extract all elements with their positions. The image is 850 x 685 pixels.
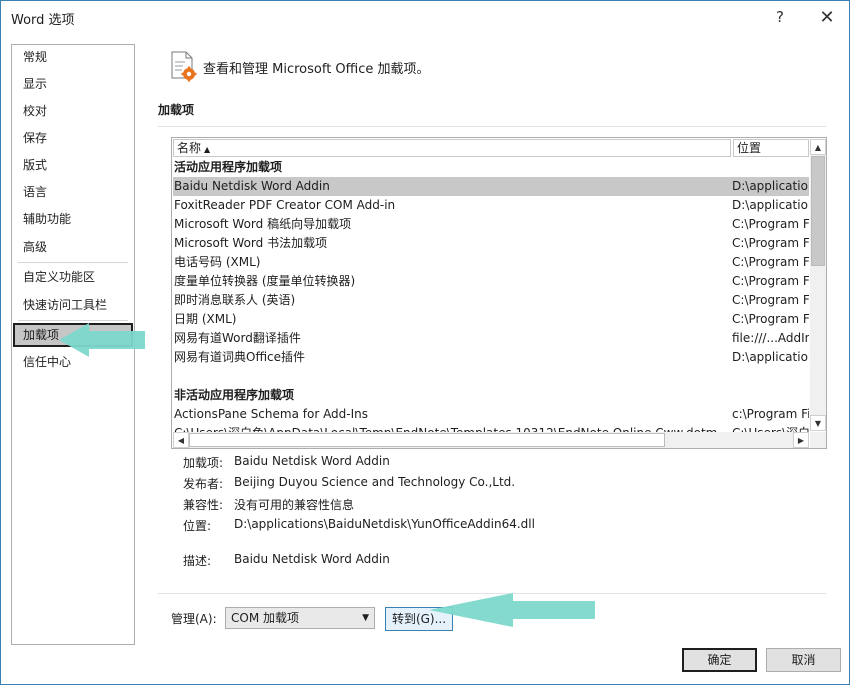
addins-table: 名称 ▲ 位置 活动应用程序加载项 Baidu Netdisk Word Addin… (171, 137, 827, 449)
sidebar-divider (18, 262, 128, 263)
sidebar-item-quick-access-toolbar[interactable]: 快速访问工具栏 (13, 293, 133, 317)
sidebar-item-general[interactable]: 常规 (13, 45, 133, 69)
cell-location: D:\applications (732, 350, 809, 364)
word-options-dialog: Word 选项 ? ✕ 常规 显示 校对 保存 版式 语言 辅助功能 高级 自定… (0, 0, 850, 685)
callout-arrow-icon (59, 323, 145, 357)
chevron-down-icon: ▼ (362, 613, 369, 623)
sidebar-item-layout[interactable]: 版式 (13, 153, 133, 177)
horizontal-scroll-thumb[interactable] (189, 433, 665, 447)
help-button[interactable]: ? (764, 5, 796, 29)
cell-name: Microsoft Word 稿纸向导加载项 (174, 217, 352, 231)
cell-name: 活动应用程序加载项 (174, 160, 283, 174)
sidebar-item-language[interactable]: 语言 (13, 180, 133, 204)
vertical-scroll-thumb[interactable] (811, 156, 825, 266)
sidebar-item-accessibility[interactable]: 辅助功能 (13, 207, 133, 231)
sidebar-item-proofing[interactable]: 校对 (13, 99, 133, 123)
section-divider (158, 126, 826, 127)
scroll-up-icon[interactable]: ▲ (810, 139, 826, 155)
table-row[interactable]: 网易有道词典Office插件 D:\applications (173, 348, 809, 367)
cell-name: Baidu Netdisk Word Addin (174, 179, 330, 193)
table-row[interactable]: Microsoft Word 书法加载项 C:\Program Files (173, 234, 809, 253)
window-title: Word 选项 (11, 13, 75, 28)
column-header-location[interactable]: 位置 (733, 139, 809, 157)
detail-description-value: Baidu Netdisk Word Addin (234, 552, 390, 566)
detail-publisher-label: 发布者: (183, 477, 224, 491)
cell-name: 非活动应用程序加载项 (174, 388, 295, 402)
callout-arrow-icon (429, 593, 595, 627)
column-header-name[interactable]: 名称 ▲ (173, 139, 731, 157)
horizontal-scrollbar[interactable]: ◀ ▶ (173, 432, 809, 448)
table-row[interactable]: 度量单位转换器 (度量单位转换器) C:\Program Files (173, 272, 809, 291)
ok-button[interactable]: 确定 (682, 648, 757, 672)
table-row[interactable]: FoxitReader PDF Creator COM Add-in D:\app… (173, 196, 809, 215)
cell-location: C:\Program Files (732, 255, 809, 269)
page-description: 查看和管理 Microsoft Office 加载项。 (203, 62, 430, 77)
column-header-name-label: 名称 (177, 141, 202, 155)
cell-name: 网易有道词典Office插件 (174, 350, 306, 364)
cell-location: C:\Program Files (732, 293, 809, 307)
cell-location: D:\applications (732, 198, 809, 212)
detail-publisher-value: Beijing Duyou Science and Technology Co.… (234, 475, 516, 489)
cell-name: ActionsPane Schema for Add-Ins (174, 407, 369, 421)
detail-compat-label: 兼容性: (183, 498, 224, 512)
cell-location: C:\Program Files (732, 312, 809, 326)
scrollbar-corner (810, 432, 826, 448)
detail-location-value: D:\applications\BaiduNetdisk\YunOfficeAd… (234, 517, 535, 531)
table-group-header: 非活动应用程序加载项 (173, 386, 809, 405)
cell-name: Microsoft Word 书法加载项 (174, 236, 328, 250)
cell-name: 度量单位转换器 (度量单位转换器) (174, 274, 356, 288)
cell-location: C:\Program Files (732, 217, 809, 231)
section-title: 加载项 (158, 103, 195, 117)
sidebar-item-save[interactable]: 保存 (13, 126, 133, 150)
table-group-header: 活动应用程序加载项 (173, 158, 809, 177)
addins-document-gear-icon (171, 51, 197, 82)
detail-addin-value: Baidu Netdisk Word Addin (234, 454, 390, 468)
manage-label: 管理(A): (171, 612, 217, 626)
scroll-left-icon[interactable]: ◀ (173, 432, 189, 448)
scroll-down-icon[interactable]: ▼ (810, 415, 826, 431)
detail-compat-value: 没有可用的兼容性信息 (234, 498, 355, 512)
detail-description-label: 描述: (183, 554, 212, 568)
vertical-scrollbar[interactable]: ▲ ▼ (810, 139, 826, 431)
manage-select[interactable]: COM 加载项 ▼ (225, 607, 375, 629)
cell-location: file:///...AddIn (732, 331, 809, 345)
detail-addin-label: 加载项: (183, 456, 224, 470)
addin-details: 加载项: Baidu Netdisk Word Addin 发布者: Beiji… (183, 454, 783, 568)
table-blank-row (173, 367, 809, 386)
sort-ascending-icon: ▲ (204, 145, 211, 154)
cell-location: C:\Program Files (732, 274, 809, 288)
close-button[interactable]: ✕ (811, 5, 843, 29)
table-row[interactable]: 网易有道Word翻译插件 file:///...AddIn (173, 329, 809, 348)
title-bar: Word 选项 ? ✕ (1, 1, 849, 33)
cell-name: 即时消息联系人 (英语) (174, 293, 296, 307)
cell-name: 网易有道Word翻译插件 (174, 331, 301, 345)
detail-location-label: 位置: (183, 519, 212, 533)
sidebar-item-advanced[interactable]: 高级 (13, 235, 133, 259)
table-row[interactable]: Microsoft Word 稿纸向导加载项 C:\Program Files (173, 215, 809, 234)
table-row[interactable]: 日期 (XML) C:\Program Files (173, 310, 809, 329)
cell-name: 日期 (XML) (174, 312, 237, 326)
manage-select-value: COM 加载项 (231, 611, 299, 625)
scroll-right-icon[interactable]: ▶ (793, 432, 809, 448)
sidebar-item-display[interactable]: 显示 (13, 72, 133, 96)
sidebar-item-customize-ribbon[interactable]: 自定义功能区 (13, 265, 133, 289)
cell-location: D:\applications (732, 179, 809, 193)
table-row[interactable]: 电话号码 (XML) C:\Program Files (173, 253, 809, 272)
cell-name: FoxitReader PDF Creator COM Add-in (174, 198, 396, 212)
cell-location: c:\Program Files (732, 407, 809, 421)
cell-location: C:\Program Files (732, 236, 809, 250)
cancel-button[interactable]: 取消 (766, 648, 841, 672)
cell-name: 电话号码 (XML) (174, 255, 261, 269)
table-row[interactable]: Baidu Netdisk Word Addin D:\applications (173, 177, 809, 196)
table-row[interactable]: 即时消息联系人 (英语) C:\Program Files (173, 291, 809, 310)
table-row[interactable]: ActionsPane Schema for Add-Ins c:\Program… (173, 405, 809, 424)
